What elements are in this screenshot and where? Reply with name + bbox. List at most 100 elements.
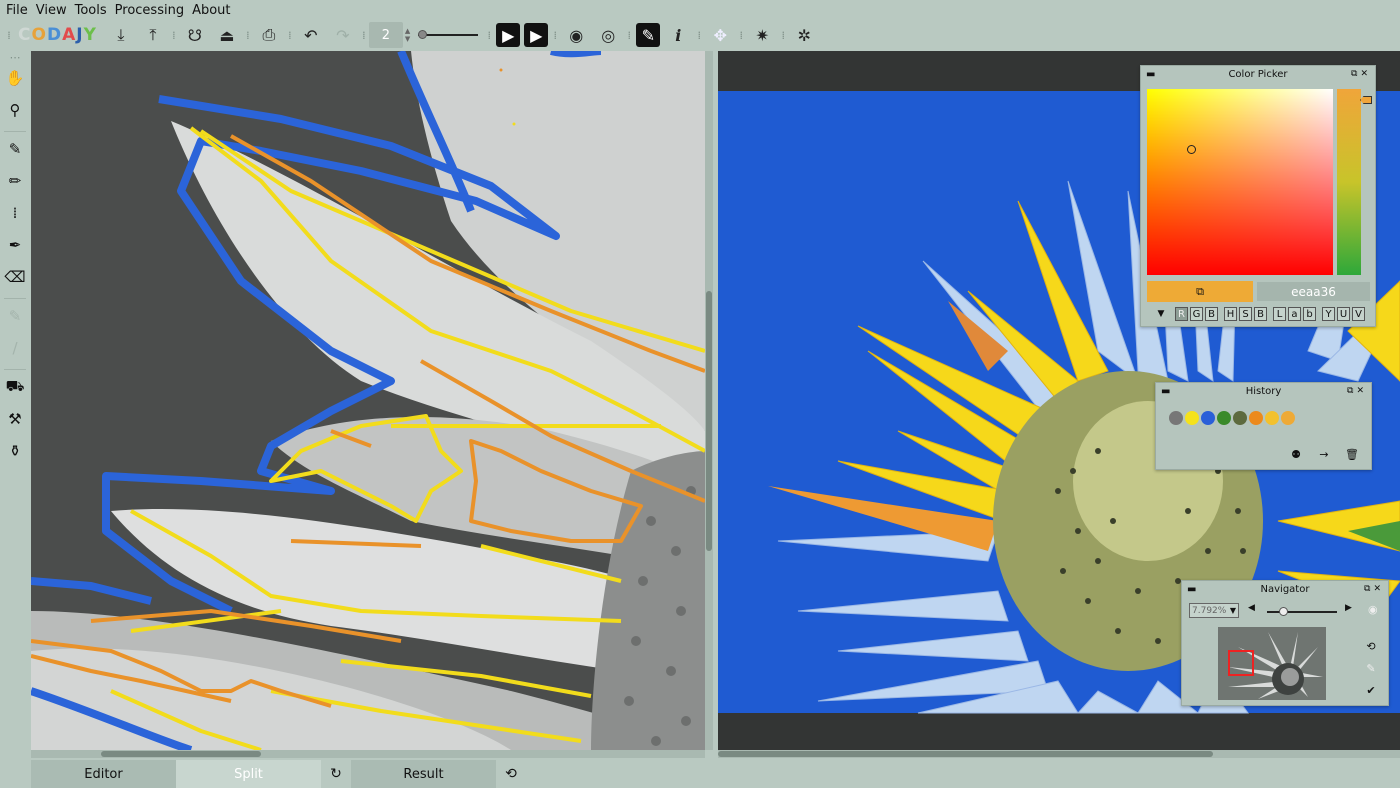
- mode-a[interactable]: a: [1288, 307, 1301, 321]
- minimize-icon[interactable]: ▬: [1187, 584, 1196, 595]
- zoom-slider[interactable]: [1267, 607, 1337, 616]
- eyedropper-icon[interactable]: ⚱: [2, 437, 28, 465]
- toolbar-grip[interactable]: ⁞: [624, 24, 634, 46]
- toolbar-grip[interactable]: ⁞: [359, 24, 369, 46]
- pencil-icon[interactable]: ✏: [2, 167, 28, 195]
- undo-icon[interactable]: ↶: [297, 22, 325, 48]
- minimize-icon[interactable]: ▬: [1161, 386, 1170, 397]
- history-color-swatch[interactable]: [1185, 411, 1199, 425]
- bug-report-icon[interactable]: ✲: [790, 22, 818, 48]
- mode-lab-b[interactable]: b: [1303, 307, 1316, 321]
- hex-color-input[interactable]: eeaa36: [1257, 282, 1370, 301]
- brush-icon[interactable]: ✎: [2, 135, 28, 163]
- panel-header[interactable]: ▬ Color Picker ⧉✕: [1141, 66, 1375, 82]
- toolbar-grip[interactable]: ⁞: [285, 24, 295, 46]
- eraser-icon[interactable]: ⌫: [2, 263, 28, 291]
- slider-knob[interactable]: [418, 30, 428, 39]
- mode-r[interactable]: R: [1175, 307, 1188, 321]
- tab-editor[interactable]: Editor: [31, 760, 176, 788]
- brush-size-slider[interactable]: [418, 30, 479, 39]
- palette-grip[interactable]: ⋯: [10, 50, 21, 64]
- pan-icon[interactable]: ✋: [2, 64, 28, 92]
- brush-size-spinner[interactable]: ▲ ▼: [405, 27, 410, 43]
- print-icon[interactable]: ⎙: [255, 22, 283, 48]
- marker-icon[interactable]: ✒: [2, 231, 28, 259]
- tab-result[interactable]: Result: [351, 760, 496, 788]
- mode-h[interactable]: H: [1224, 307, 1237, 321]
- expand-arrow-icon[interactable]: ▼: [1147, 309, 1175, 319]
- scrollbar-thumb[interactable]: [718, 751, 1213, 757]
- result-horizontal-scrollbar[interactable]: [718, 750, 1400, 758]
- menu-about[interactable]: About: [192, 3, 230, 18]
- info-icon[interactable]: i: [664, 22, 692, 48]
- show-scribbles-icon[interactable]: ◉: [562, 22, 590, 48]
- favorite-icon[interactable]: ✷: [748, 22, 776, 48]
- toolbar-grip[interactable]: ⁞: [243, 24, 253, 46]
- history-color-swatch[interactable]: [1169, 411, 1183, 425]
- apply-arrow-icon[interactable]: →: [1313, 445, 1335, 463]
- history-color-swatch[interactable]: [1265, 411, 1279, 425]
- mode-s[interactable]: S: [1239, 307, 1252, 321]
- navigator-thumbnail[interactable]: [1218, 627, 1326, 700]
- close-icon[interactable]: ✕: [1373, 584, 1384, 594]
- disabled-line-icon[interactable]: /: [2, 334, 28, 362]
- history-color-swatch[interactable]: [1201, 411, 1215, 425]
- editor-canvas[interactable]: [31, 51, 705, 750]
- close-icon[interactable]: ✕: [1356, 386, 1367, 396]
- mode-y[interactable]: Y: [1322, 307, 1335, 321]
- mode-bv[interactable]: B: [1254, 307, 1267, 321]
- zoom-in-icon[interactable]: ▶: [1345, 603, 1352, 613]
- saturation-value-square[interactable]: [1147, 89, 1333, 275]
- fullscreen-icon[interactable]: ✥: [706, 22, 734, 48]
- close-icon[interactable]: ✕: [1360, 69, 1371, 79]
- mode-u[interactable]: U: [1337, 307, 1350, 321]
- delete-trash-icon[interactable]: 🗑: [1341, 445, 1363, 463]
- editor-vertical-scrollbar[interactable]: [705, 51, 713, 750]
- tab-split[interactable]: Split: [176, 760, 321, 788]
- panel-header[interactable]: ▬ History ⧉✕: [1156, 383, 1371, 399]
- toolbar-grip[interactable]: ⁞: [484, 24, 494, 46]
- toolbar-grip[interactable]: ⁞: [736, 24, 746, 46]
- lasso-icon[interactable]: ⟲: [1362, 637, 1380, 655]
- toolbar-grip[interactable]: ⁞: [4, 24, 14, 46]
- menu-file[interactable]: File: [6, 3, 28, 18]
- color-cursor[interactable]: [1187, 145, 1196, 154]
- lasso-icon[interactable]: ⟲: [496, 760, 526, 788]
- hide-scribbles-icon[interactable]: ◎: [594, 22, 622, 48]
- redo-icon[interactable]: ↷: [329, 22, 357, 48]
- panel-header[interactable]: ▬ Navigator ⧉✕: [1182, 581, 1388, 597]
- toolbar-grip[interactable]: ⁞: [778, 24, 788, 46]
- pen-icon[interactable]: ✎: [1362, 659, 1380, 677]
- mode-g[interactable]: G: [1190, 307, 1203, 321]
- menu-view[interactable]: View: [36, 3, 67, 18]
- mode-v[interactable]: V: [1352, 307, 1365, 321]
- current-color-swatch[interactable]: ⧉: [1147, 281, 1253, 302]
- check-icon[interactable]: ✔: [1362, 681, 1380, 699]
- menu-tools[interactable]: Tools: [75, 3, 107, 18]
- brush-size-input[interactable]: 2: [368, 22, 403, 48]
- open-image-icon[interactable]: ⤓: [107, 22, 135, 48]
- color-groups-icon[interactable]: ⚉: [1285, 445, 1307, 463]
- brush-mode-icon[interactable]: ✎: [636, 23, 661, 47]
- mode-b[interactable]: B: [1205, 307, 1218, 321]
- dotted-brush-icon[interactable]: ⁞: [2, 199, 28, 227]
- toolbar-grip[interactable]: ⁞: [550, 24, 560, 46]
- mode-l[interactable]: L: [1273, 307, 1286, 321]
- disabled-brush-icon[interactable]: ✎: [2, 302, 28, 330]
- zoom-level-select[interactable]: 7.792% ▼: [1189, 603, 1239, 618]
- toolbar-grip[interactable]: ⁞: [694, 24, 704, 46]
- editor-horizontal-scrollbar[interactable]: [31, 750, 705, 758]
- refresh-split-icon[interactable]: ↻: [321, 760, 351, 788]
- save-scribbles-icon[interactable]: ⏏: [213, 22, 241, 48]
- viewport-rectangle[interactable]: [1228, 650, 1254, 676]
- zoom-icon[interactable]: ⚲: [2, 96, 28, 124]
- history-color-swatch[interactable]: [1249, 411, 1263, 425]
- hue-slider[interactable]: [1337, 89, 1361, 275]
- scrollbar-thumb[interactable]: [101, 751, 261, 757]
- load-scribbles-icon[interactable]: ☋: [181, 22, 209, 48]
- minimize-icon[interactable]: ▬: [1146, 69, 1155, 80]
- hue-marker[interactable]: [1360, 96, 1372, 104]
- zoom-out-icon[interactable]: ◀: [1248, 603, 1255, 613]
- fill-bucket-icon[interactable]: ⛟: [2, 373, 28, 401]
- history-color-swatch[interactable]: [1281, 411, 1295, 425]
